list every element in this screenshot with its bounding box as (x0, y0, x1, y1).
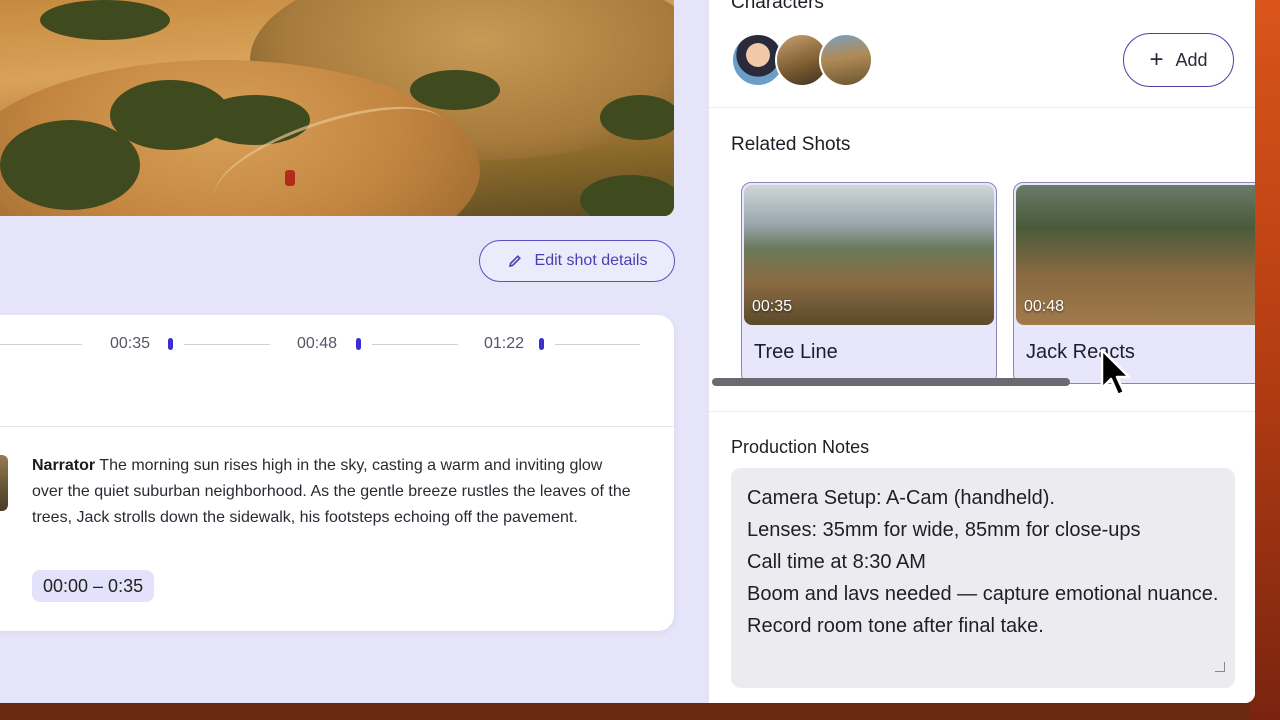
production-notes-title: Production Notes (731, 437, 870, 457)
add-character-button[interactable]: + Add (1123, 33, 1234, 87)
shot-name: Tree Line (754, 341, 838, 363)
hero-rider (285, 170, 295, 186)
notes-line: Call time at 8:30 AM (747, 551, 926, 573)
section-divider (709, 107, 1255, 108)
pencil-icon (508, 255, 521, 268)
notes-line: Lenses: 35mm for wide, 85mm for close-up… (747, 519, 1141, 541)
mouse-cursor-icon (1100, 348, 1131, 397)
speaker-name: Narrator (32, 457, 96, 474)
timeline-track (372, 344, 458, 345)
hero-trees (580, 175, 674, 216)
timeline-marker[interactable] (356, 338, 361, 350)
script-line: The morning sun rises high in the sky, c… (32, 457, 631, 526)
hero-trees (410, 70, 500, 110)
script-text: Narrator The morning sun rises high in t… (32, 453, 632, 531)
resize-grip-icon[interactable] (1215, 662, 1225, 672)
carousel-scrollbar[interactable] (712, 378, 1070, 386)
shot-hero-image (0, 0, 674, 216)
edit-shot-details-label: Edit shot details (534, 252, 648, 269)
timeline-track (0, 344, 82, 345)
shot-time: 00:48 (1024, 298, 1065, 315)
entry-thumbnail (0, 455, 8, 511)
timecode-badge: 00:00 – 0:35 (32, 570, 155, 602)
timeline-marker-label: 00:48 (297, 335, 338, 352)
related-shot-card[interactable]: 00:48 Jack Reacts (1013, 182, 1255, 384)
timeline-marker[interactable] (168, 338, 173, 350)
timeline-marker[interactable] (539, 338, 544, 350)
section-divider (709, 411, 1255, 412)
app-window: Edit shot details 00:35 00:48 01:22 Narr… (0, 0, 1255, 703)
character-avatar[interactable] (819, 33, 873, 87)
related-shots-title: Related Shots (731, 134, 851, 155)
production-notes-textarea[interactable]: Camera Setup: A-Cam (handheld). Lenses: … (731, 468, 1235, 688)
related-shot-card[interactable]: 00:35 Tree Line (741, 182, 997, 384)
notes-line: Record room tone after final take. (747, 615, 1044, 637)
plus-icon: + (1149, 46, 1164, 73)
script-card: 00:35 00:48 01:22 Narrator The morning s… (0, 315, 674, 631)
shot-timeline[interactable]: 00:35 00:48 01:22 (0, 315, 674, 427)
related-shots-carousel[interactable]: 00:35 Tree Line 00:48 Jack Reacts (741, 182, 1255, 386)
timeline-marker-label: 00:35 (110, 335, 151, 352)
hero-trees (40, 0, 170, 40)
shot-time: 00:35 (752, 298, 793, 315)
timeline-marker-label: 01:22 (484, 335, 525, 352)
notes-line: Boom and lavs needed — capture emotional… (747, 583, 1219, 605)
add-button-label: Add (1175, 49, 1208, 70)
timeline-track (184, 344, 270, 345)
details-sidebar: Characters + Add Related Shots 00:35 Tre… (708, 0, 1255, 703)
notes-line: Camera Setup: A-Cam (handheld). (747, 487, 1055, 509)
hero-trees (600, 95, 674, 140)
main-panel: Edit shot details 00:35 00:48 01:22 Narr… (0, 0, 708, 703)
edit-shot-details-button[interactable]: Edit shot details (479, 240, 675, 282)
characters-title: Characters (731, 0, 824, 13)
timeline-track (555, 344, 640, 345)
